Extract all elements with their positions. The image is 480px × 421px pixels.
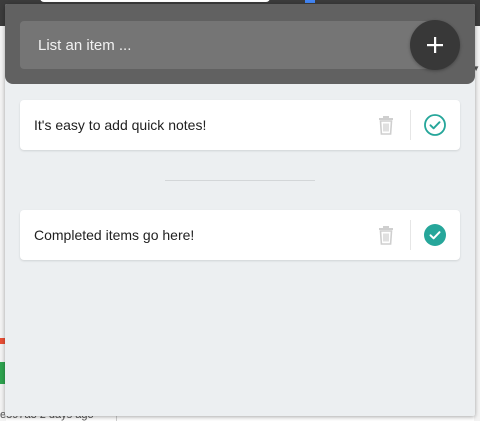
add-item-button[interactable]: [410, 20, 460, 70]
delete-note-button[interactable]: [374, 113, 398, 137]
notes-popup: It's easy to add quick notes! Completed …: [5, 4, 475, 416]
section-separator: [165, 180, 315, 181]
note-card-completed: Completed items go here!: [20, 210, 460, 260]
note-card-active: It's easy to add quick notes!: [20, 100, 460, 150]
delete-note-button[interactable]: [374, 223, 398, 247]
list-item-input[interactable]: [20, 21, 440, 69]
note-text: It's easy to add quick notes!: [34, 117, 207, 133]
check-circle-filled-icon: [424, 224, 446, 246]
complete-note-button[interactable]: [423, 113, 447, 137]
card-divider: [410, 110, 411, 140]
note-text: Completed items go here!: [34, 227, 195, 243]
trash-icon: [379, 226, 393, 245]
plus-icon: [427, 37, 443, 53]
uncomplete-note-button[interactable]: [423, 223, 447, 247]
trash-icon: [379, 116, 393, 135]
card-divider: [410, 220, 411, 250]
background-indicator: [305, 0, 315, 3]
check-circle-outline-icon: [424, 114, 446, 136]
popup-header: [5, 4, 475, 84]
background-tab: [40, 0, 270, 2]
